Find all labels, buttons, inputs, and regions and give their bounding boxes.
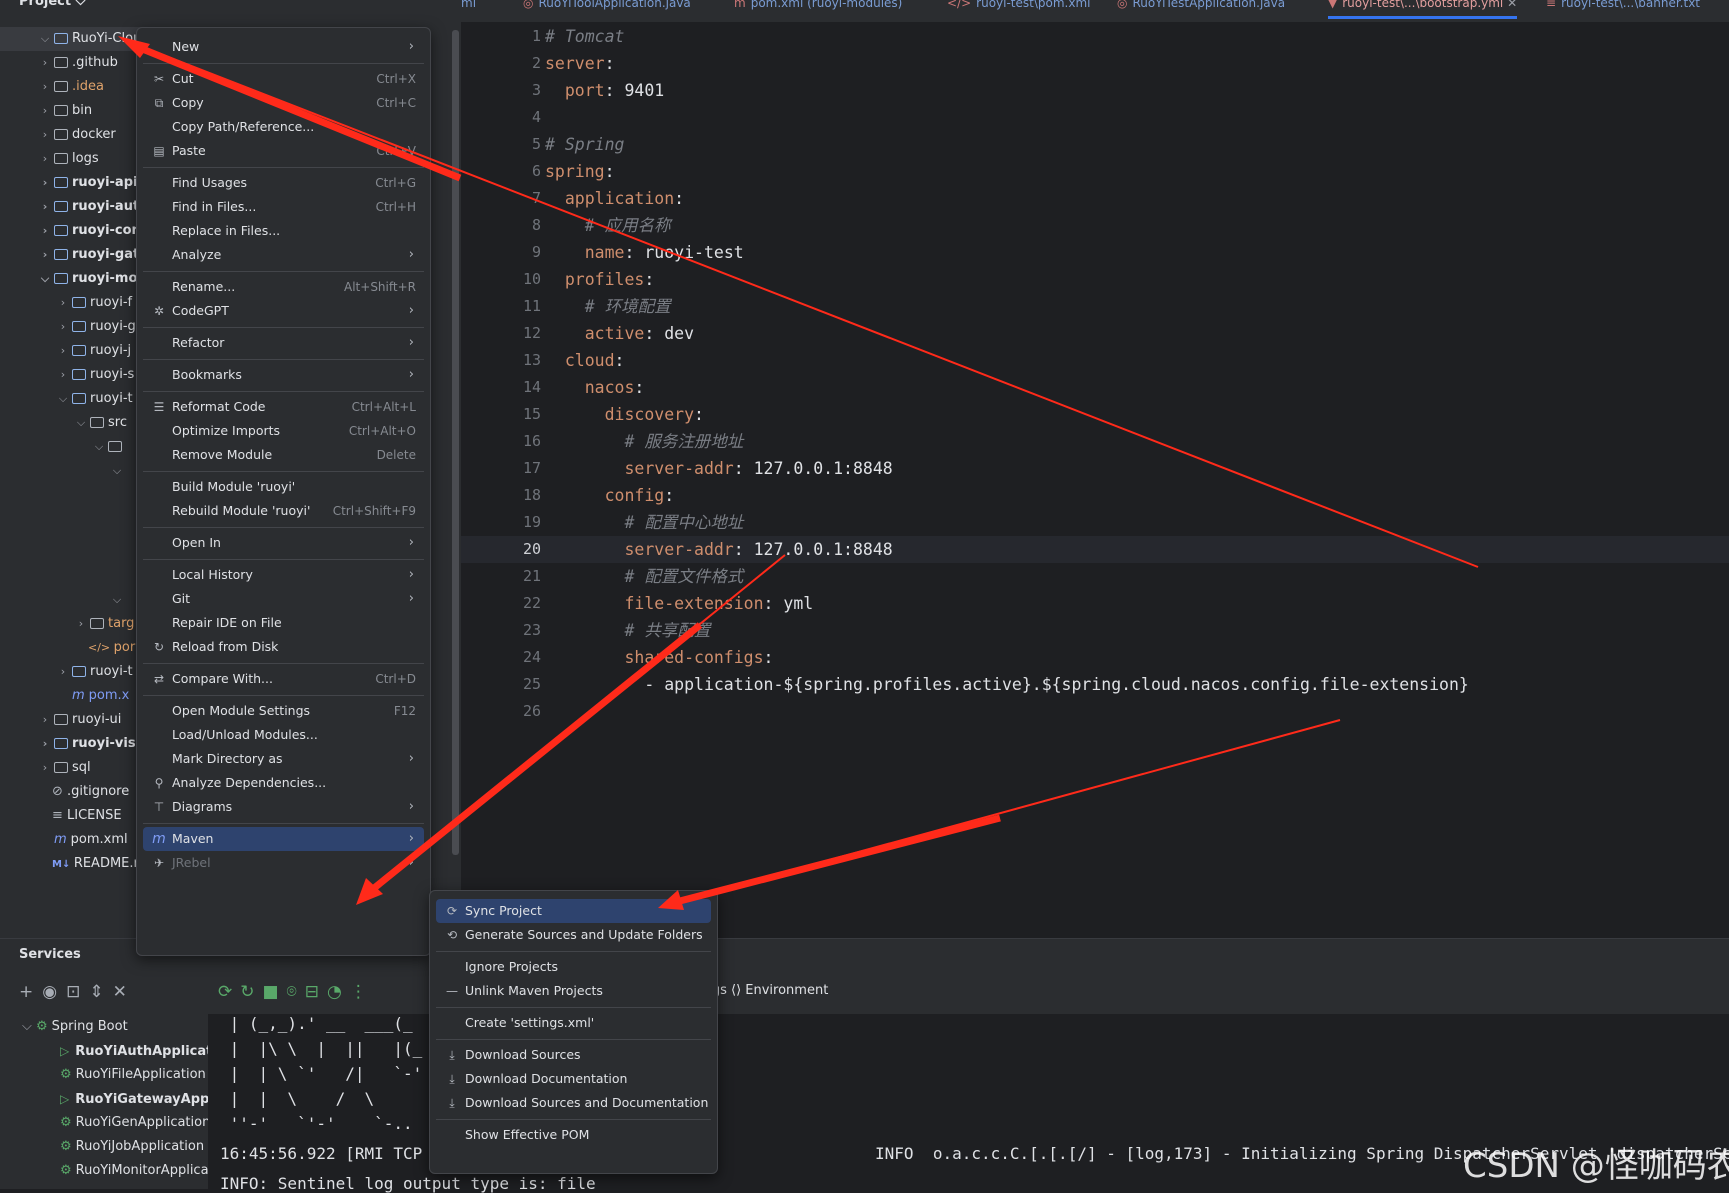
annotation-arrow bbox=[138, 44, 462, 182]
annotation-arrow-head bbox=[658, 890, 684, 910]
annotation-arrows bbox=[118, 36, 1479, 910]
annotation-arrow bbox=[675, 814, 1001, 906]
annotation-line-thin bbox=[129, 41, 1479, 568]
annotation-arrow bbox=[365, 622, 703, 896]
